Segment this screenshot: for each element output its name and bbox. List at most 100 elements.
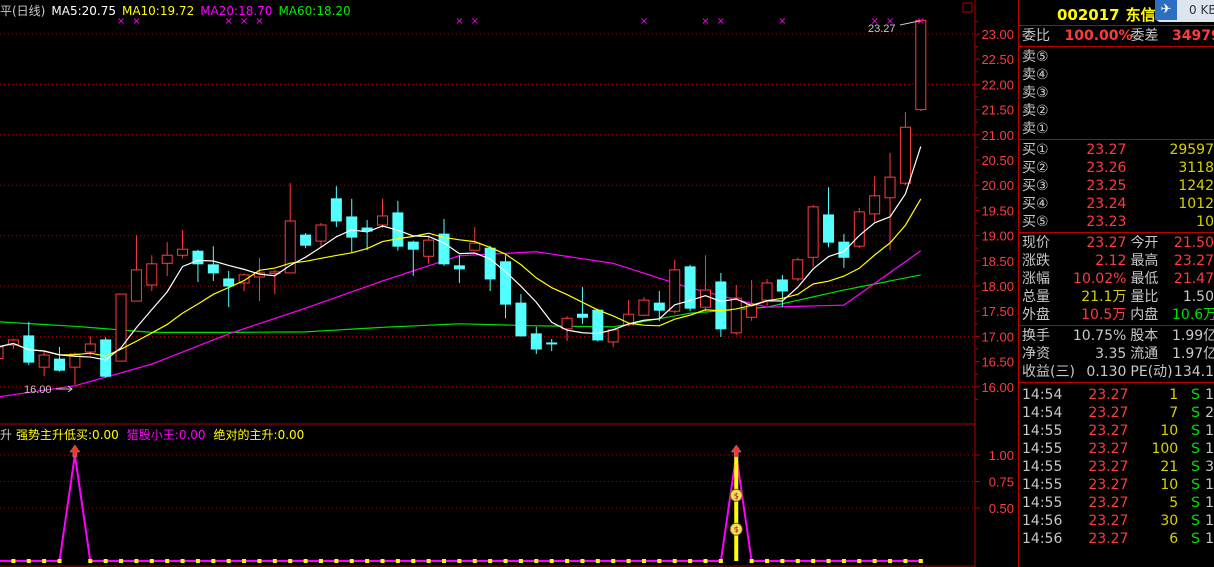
indicator-bar [734,455,739,561]
window-toggle-icon[interactable] [962,2,973,13]
tick-volume: 21 [1160,459,1179,475]
candle-body [653,302,665,311]
candle [315,223,327,248]
stat-label: 最高 [1130,253,1159,269]
tick-row[interactable]: 14:55 23.27 10 S 1 [1019,422,1214,440]
indicator-dot [718,559,723,563]
candle-body [776,279,788,292]
y-tick-label: 17.50 [981,304,1014,319]
tick-volume: 10 [1160,477,1179,493]
fin-row: 换手 10.75% 股本 1.99亿 [1019,327,1214,345]
buy-row[interactable]: 买③ 23.25 1242 [1019,177,1214,195]
tick-row[interactable]: 14:54 23.27 7 S 2 [1019,404,1214,422]
fin-row: 收益(三) 0.130 PE(动) 134.1 [1019,363,1214,381]
fin-value: 10.75% [1072,328,1127,344]
sell-row[interactable]: 卖② [1019,102,1214,120]
tick-row[interactable]: 14:55 23.27 10 S 1 [1019,476,1214,494]
buy-row[interactable]: 买② 23.26 3118 [1019,159,1214,177]
y-tick-label: 16.00 [981,380,1014,395]
stat-label: 涨跌 [1022,253,1050,269]
sell-row[interactable]: 卖③ [1019,84,1214,102]
y-tick-label: 21.00 [981,128,1014,143]
tick-time: 14:56 [1022,531,1063,547]
candle-body [0,346,4,360]
tick-row[interactable]: 14:55 23.27 21 S 3 [1019,458,1214,476]
indicator-dot [565,559,570,563]
tick-price: 23.27 [1088,441,1129,457]
tick-price: 23.27 [1088,477,1129,493]
y-tick-label: 16.50 [981,355,1014,370]
signal-marker-icon: × [455,16,463,27]
candle [807,204,819,267]
buy-volume: 1012 [1178,196,1214,212]
candle-body [423,239,435,257]
sell-row[interactable]: 卖⑤ [1019,48,1214,66]
tick-row[interactable]: 14:55 23.27 5 S 1 [1019,494,1214,512]
weibi-value: 100.00% [1064,28,1133,44]
network-widget[interactable]: ✈ 0 KB [1155,0,1214,22]
indicator-dot [134,559,139,563]
indicator-dot [349,559,354,563]
candle-body [638,299,650,316]
tick-count: 1 [1205,495,1214,511]
up-arrow-icon [69,444,81,458]
candle [23,321,35,366]
indicator-dot [857,559,862,563]
tick-volume: 5 [1169,495,1179,511]
sell-row[interactable]: 卖① [1019,120,1214,138]
money-sign: $ [734,525,739,534]
indicator-dot [380,559,385,563]
quote-stats: 现价 23.27 今开 21.50 涨跌 2.12 最高 23.27 涨幅 10.02% 最低 21.… [1019,233,1214,326]
money-bag-icon: $ [729,488,743,502]
indicator-dot [688,559,693,563]
buy-label: 买② [1022,160,1049,176]
period-label: 平(日线) [0,4,46,18]
fin-label: 收益(三) [1022,364,1075,380]
tick-row[interactable]: 14:56 23.27 6 S 1 [1019,530,1214,548]
indicator-dot [518,559,523,563]
tick-row[interactable]: 14:56 23.27 30 S 1 [1019,512,1214,530]
candle-body [100,339,112,377]
tick-price: 23.27 [1088,495,1129,511]
indicator-dot [195,559,200,563]
candle-body [715,281,727,330]
candle-body [300,234,312,246]
fin-label: 换手 [1022,328,1050,344]
kline-chart[interactable]: 23.00 22.50 22.00 21.50 21.00 20.50 20.00 19.50… [0,0,1018,567]
ma5-label: MA5:20.75 [51,4,116,18]
tick-count: 1 [1205,441,1214,457]
ma5-line [0,146,922,361]
indicator-dot [149,559,154,563]
buy-row[interactable]: 买① 23.27 29597 [1019,141,1214,159]
candle-body [576,313,588,318]
quote-panel: 002017东信和平 ✈0 KB 委比100.00%委差34979 卖⑤卖④卖③… [1018,0,1214,567]
candle-body [899,126,911,184]
tick-row[interactable]: 14:55 23.27 100 S 1 [1019,440,1214,458]
stat-value: 10.5万 [1081,307,1127,323]
buy-price: 23.26 [1086,160,1127,176]
stat-value: 10.6万 [1172,307,1214,323]
buy-volume: 29597 [1169,142,1214,158]
stat-row: 总量 21.1万 量比 1.50 [1019,288,1214,306]
y-tick-label: 18.50 [981,254,1014,269]
tick-row[interactable]: 14:54 23.27 1 S 1 [1019,386,1214,404]
tick-count: 1 [1205,513,1214,529]
y-tick-label: 18.00 [981,279,1014,294]
indicator-dot [580,559,585,563]
tick-side: S [1191,477,1201,493]
candle-body [792,259,804,280]
tick-volume: 6 [1169,531,1179,547]
tick-list[interactable]: 14:54 23.27 1 S 1 14:54 23.27 7 S 2 14:55 23.27 10 S 1… [1019,383,1214,548]
sell-row[interactable]: 卖④ [1019,66,1214,84]
indicator-dot [826,559,831,563]
stat-label: 最低 [1130,271,1159,287]
candle [823,187,835,248]
buy-row[interactable]: 买④ 23.24 1012 [1019,195,1214,213]
indicator-dot [119,559,124,563]
sell-label: 卖⑤ [1022,49,1049,65]
candle [546,338,558,352]
buy-row[interactable]: 买⑤ 23.23 10 [1019,213,1214,231]
tick-side: S [1191,441,1201,457]
indicator-prefix: 升 [0,428,13,442]
candle-body [38,354,50,368]
